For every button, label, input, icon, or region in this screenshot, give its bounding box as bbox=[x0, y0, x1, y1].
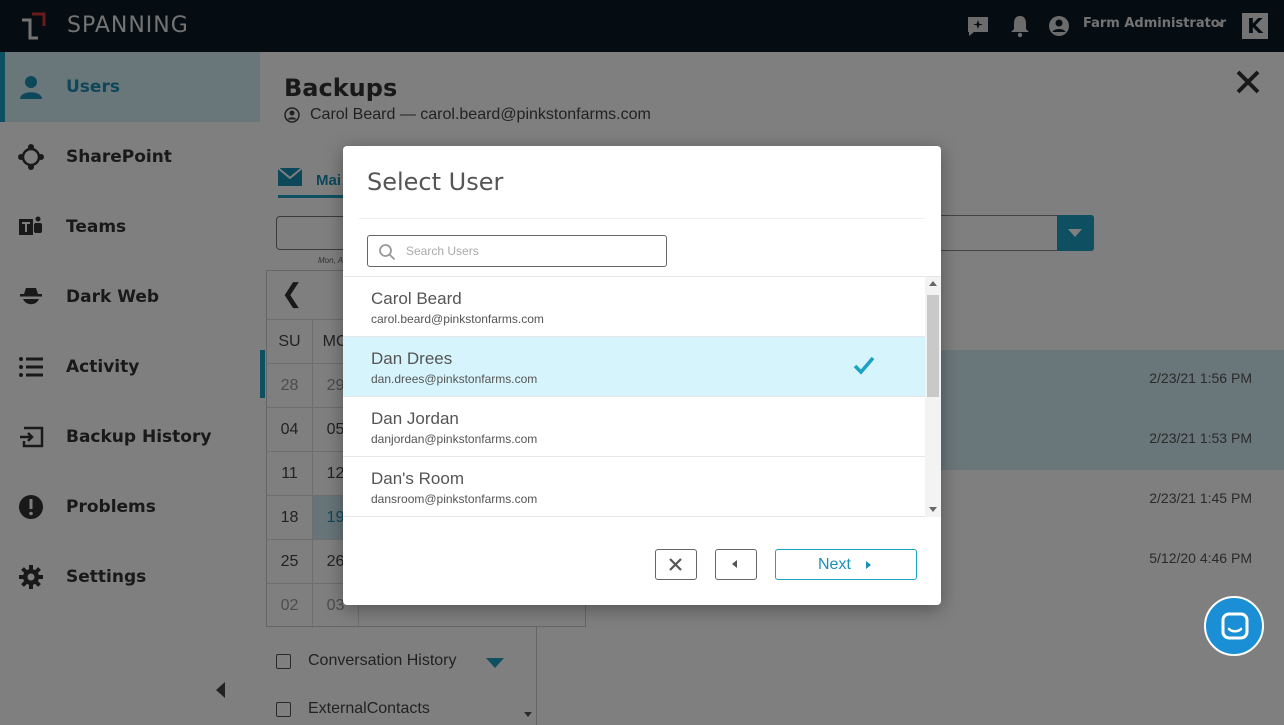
user-name: Dan's Room bbox=[371, 469, 465, 488]
next-button[interactable]: Next bbox=[775, 549, 917, 580]
modal-title: Select User bbox=[367, 168, 504, 196]
user-email: carol.beard@pinkstonfarms.com bbox=[371, 312, 544, 326]
user-list-item[interactable]: Dan Jordan danjordan@pinkstonfarms.com bbox=[343, 397, 925, 457]
user-list-item[interactable]: Dan's Room dansroom@pinkstonfarms.com bbox=[343, 457, 925, 517]
chevron-right-icon bbox=[866, 561, 871, 569]
cancel-button[interactable] bbox=[655, 549, 697, 580]
user-name: Dan Jordan bbox=[371, 409, 459, 428]
user-email: dansroom@pinkstonfarms.com bbox=[371, 492, 538, 506]
search-input[interactable] bbox=[406, 240, 656, 262]
select-user-modal: Select User Carol Beard carol.beard@pink… bbox=[343, 146, 941, 605]
scroll-down-icon[interactable] bbox=[929, 507, 937, 512]
user-list: Carol Beard carol.beard@pinkstonfarms.co… bbox=[343, 277, 925, 517]
user-email: dan.drees@pinkstonfarms.com bbox=[371, 372, 538, 386]
user-email: danjordan@pinkstonfarms.com bbox=[371, 432, 538, 446]
user-name: Dan Drees bbox=[371, 349, 453, 368]
search-icon bbox=[379, 244, 396, 261]
search-box[interactable] bbox=[367, 235, 667, 267]
next-button-label: Next bbox=[818, 556, 851, 573]
divider bbox=[359, 218, 925, 219]
back-button[interactable] bbox=[715, 549, 757, 580]
chat-icon bbox=[1221, 612, 1249, 640]
scroll-up-icon[interactable] bbox=[929, 281, 937, 286]
user-list-scrollbar[interactable] bbox=[925, 277, 941, 517]
scroll-thumb[interactable] bbox=[927, 295, 939, 397]
user-list-item-selected[interactable]: Dan Drees dan.drees@pinkstonfarms.com bbox=[343, 337, 925, 397]
close-icon bbox=[669, 558, 682, 571]
user-name: Carol Beard bbox=[371, 289, 462, 308]
checkmark-icon bbox=[853, 356, 875, 375]
user-list-item[interactable]: Carol Beard carol.beard@pinkstonfarms.co… bbox=[343, 277, 925, 337]
chat-button[interactable] bbox=[1204, 596, 1264, 656]
